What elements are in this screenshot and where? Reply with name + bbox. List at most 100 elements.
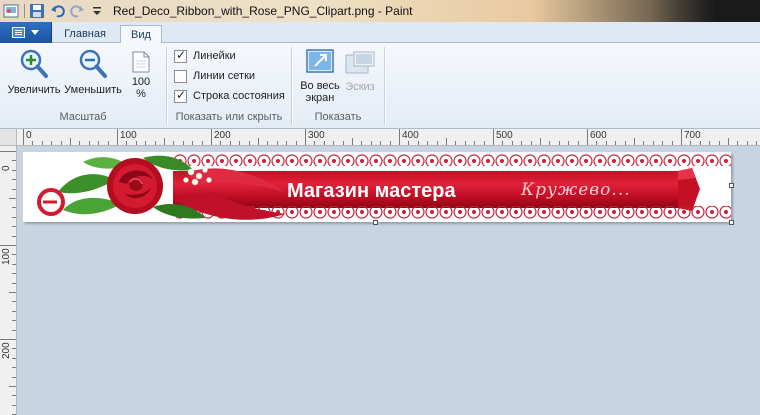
ruler-tick <box>530 141 532 145</box>
ruler-label: 400 <box>402 130 419 141</box>
customize-arrow-icon[interactable] <box>89 3 105 19</box>
zoom-in-button[interactable]: Увеличить <box>6 48 62 96</box>
ruler-tick <box>12 367 16 369</box>
ruler-tick <box>671 141 673 145</box>
ruler-tick <box>746 141 748 145</box>
zoom-out-button[interactable]: Уменьшить <box>64 48 122 96</box>
ruler-tick <box>690 141 692 145</box>
tab-home[interactable]: Главная <box>56 25 114 44</box>
ruler-tick <box>126 141 128 145</box>
ruler-tick <box>352 138 353 145</box>
ruler-tick <box>596 141 598 145</box>
group-label-zoom: Масштаб <box>59 111 107 123</box>
window-title: Red_Deco_Ribbon_with_Rose_PNG_Clipart.pn… <box>113 4 413 18</box>
ruler-tick <box>98 141 100 145</box>
ruler-tick <box>549 141 551 145</box>
resize-handle-right[interactable] <box>729 183 734 188</box>
ruler-tick <box>577 141 579 145</box>
resize-handle-bottom[interactable] <box>373 220 378 225</box>
gridlines-checkbox-box <box>174 70 187 83</box>
ruler-tick <box>12 235 16 237</box>
tab-view[interactable]: Вид <box>120 25 162 44</box>
zoom-100-label: 100 <box>131 76 151 88</box>
status-bar-label: Строка состояния <box>193 90 285 102</box>
ruler-tick <box>276 141 278 145</box>
ruler-tick <box>23 129 24 145</box>
zoom-out-label: Уменьшить <box>64 84 122 96</box>
ruler-tick <box>12 329 16 331</box>
redo-icon[interactable] <box>69 3 85 19</box>
ruler-tick <box>333 141 335 145</box>
ruler-tick <box>511 141 513 145</box>
full-screen-label-2: экран <box>305 92 335 104</box>
ruler-tick <box>446 138 447 145</box>
ruler-tick <box>9 198 16 199</box>
ruler-tick <box>12 216 16 218</box>
ruler-tick <box>211 129 212 145</box>
ruler-tick <box>587 129 588 145</box>
ruler-tick <box>9 386 16 387</box>
rulers-label: Линейки <box>193 50 236 62</box>
ruler-tick <box>12 320 16 322</box>
ruler-tick <box>12 376 16 378</box>
ruler-label: 0 <box>1 165 12 171</box>
ruler-label: 500 <box>496 130 513 141</box>
ruler-label: 700 <box>684 130 701 141</box>
ruler-tick <box>12 273 16 275</box>
ruler-tick <box>323 141 325 145</box>
ruler-tick <box>258 138 259 145</box>
ruler-label: 100 <box>1 248 12 265</box>
ruler-tick <box>681 129 682 145</box>
ruler-tick <box>32 141 34 145</box>
save-icon[interactable] <box>29 3 45 19</box>
ruler-tick <box>41 141 43 145</box>
check-icon: ✓ <box>176 88 187 102</box>
thumbnail-icon <box>345 51 375 74</box>
zoom-100-button[interactable]: 100 % <box>128 51 154 100</box>
file-menu-button[interactable] <box>0 22 52 43</box>
thumbnail-button[interactable]: Эскиз <box>344 51 376 93</box>
gridlines-label: Линии сетки <box>193 70 256 82</box>
ruler-tick <box>408 141 410 145</box>
quick-access-separator <box>24 4 25 18</box>
ribbon-tab-row: Главная Вид <box>0 22 760 44</box>
thumbnail-label: Эскиз <box>345 81 375 93</box>
horizontal-ruler: 0 100 200 300 400 500 600 700 <box>0 129 760 146</box>
ruler-tick <box>267 141 269 145</box>
ruler-tick <box>12 254 16 256</box>
ruler-tick <box>70 138 71 145</box>
check-icon: ✓ <box>176 48 187 62</box>
ruler-tick <box>154 141 156 145</box>
resize-handle-corner[interactable] <box>729 220 734 225</box>
banner-tagline: Кружево... <box>521 180 631 200</box>
ruler-tick <box>361 141 363 145</box>
file-menu-icon <box>12 27 25 38</box>
ruler-tick <box>756 141 758 145</box>
canvas-workspace[interactable]: Магазин мастера Кружево... <box>18 147 760 415</box>
ruler-tick <box>399 129 400 145</box>
zoom-in-label: Увеличить <box>7 84 61 96</box>
ruler-tick <box>314 141 316 145</box>
ruler-tick <box>540 138 541 145</box>
ruler-tick <box>192 141 194 145</box>
ruler-tick <box>12 310 16 312</box>
title-bar-shade <box>650 0 760 22</box>
ruler-label: 300 <box>308 130 325 141</box>
ruler-tick <box>0 339 16 340</box>
ruler-label: 200 <box>214 130 231 141</box>
rulers-checkbox-box: ✓ <box>174 48 187 63</box>
app-menu-icon[interactable] <box>3 3 19 19</box>
ruler-label: 0 <box>26 130 32 141</box>
full-screen-button[interactable]: Во весь экран <box>298 48 342 104</box>
full-screen-label-1: Во весь <box>300 80 340 92</box>
ruler-tick <box>737 141 739 145</box>
ruler-tick <box>728 138 729 145</box>
image-canvas[interactable]: Магазин мастера Кружево... <box>23 152 731 222</box>
ruler-tick <box>521 141 523 145</box>
ruler-tick <box>12 160 16 162</box>
undo-icon[interactable] <box>50 3 66 19</box>
ruler-tick <box>239 141 241 145</box>
ruler-tick <box>615 141 617 145</box>
ruler-tick <box>9 292 16 293</box>
ruler-tick <box>12 404 16 406</box>
